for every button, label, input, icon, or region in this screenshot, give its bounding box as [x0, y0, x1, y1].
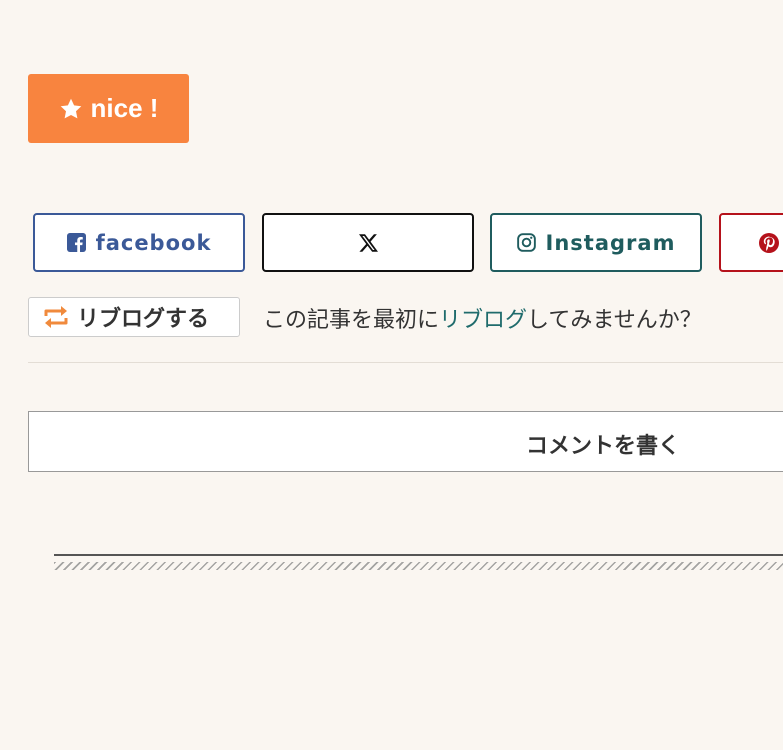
reblog-prompt-after: してみませんか？ — [527, 308, 702, 333]
reblog-button-label: リブログする — [77, 307, 210, 332]
facebook-label: facebook — [95, 230, 212, 255]
pinterest-icon — [759, 232, 779, 253]
write-comment-button[interactable]: コメントを書く — [28, 411, 783, 472]
share-pinterest-button[interactable] — [719, 213, 783, 272]
nice-button[interactable]: nice ! — [28, 74, 189, 143]
share-facebook-button[interactable]: facebook — [33, 213, 245, 272]
reblog-prompt-before: この記事を最初に — [263, 308, 440, 333]
nice-label: nice ! — [90, 93, 159, 123]
divider — [28, 362, 783, 363]
instagram-icon — [516, 233, 536, 252]
write-comment-label: コメントを書く — [526, 434, 681, 459]
instagram-label: Instagram — [545, 230, 676, 255]
reblog-prompt: この記事を最初にリブログしてみませんか？ — [263, 302, 702, 334]
x-icon — [358, 233, 378, 252]
share-x-button[interactable] — [262, 213, 474, 272]
share-instagram-button[interactable]: Instagram — [490, 213, 702, 272]
facebook-icon — [66, 233, 86, 252]
reblog-icon — [43, 305, 69, 329]
reblog-prompt-link[interactable]: リブログ — [439, 308, 527, 333]
section-rule-hatch — [54, 562, 783, 570]
section-rule — [54, 554, 783, 556]
page: nice ! facebook Instagram リブログする この記事を最初… — [0, 0, 783, 750]
reblog-button[interactable]: リブログする — [28, 297, 240, 337]
star-icon — [59, 97, 83, 121]
